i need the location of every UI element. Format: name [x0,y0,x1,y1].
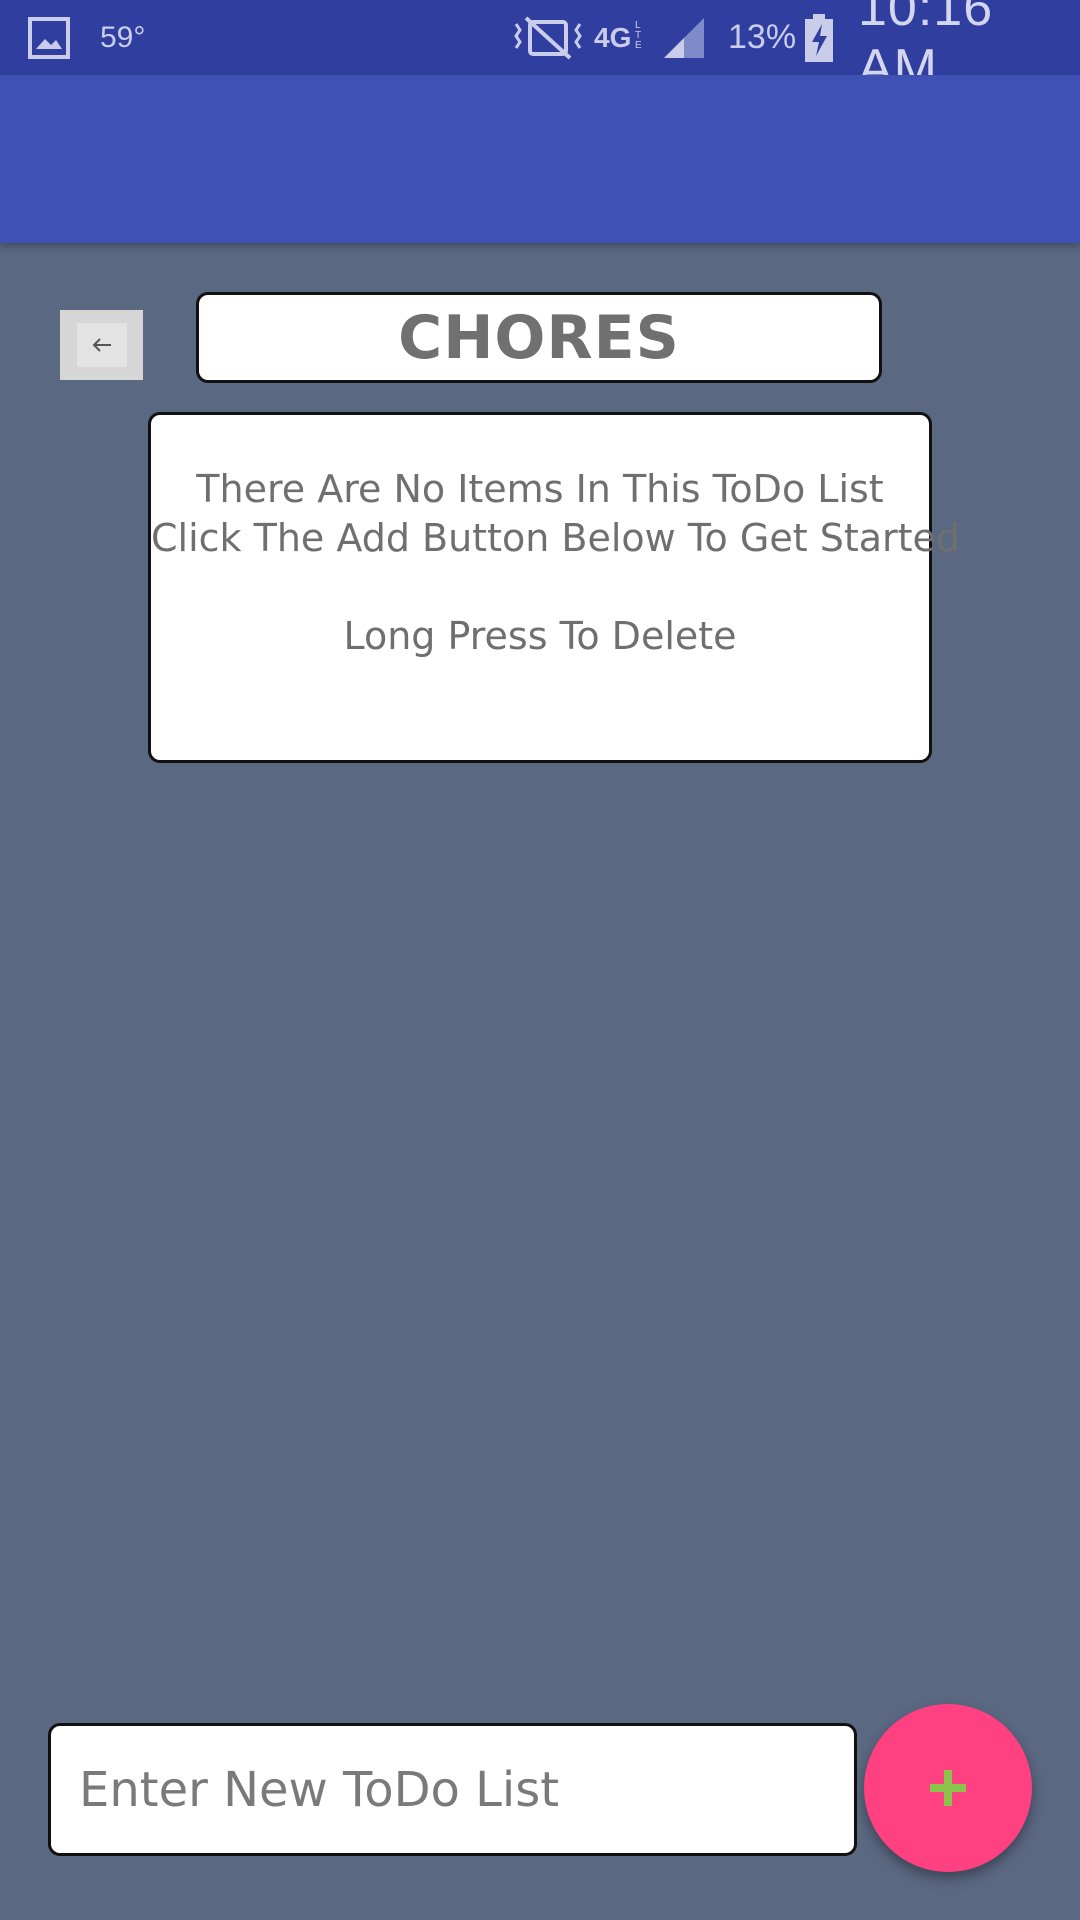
empty-list-message-box: There Are No Items In This ToDo List Cli… [148,412,961,763]
temperature-text: 59° [100,20,146,54]
arrow-left-icon [92,338,111,352]
list-title: CHORES [398,302,680,373]
svg-text:E: E [635,40,642,51]
lte-icon: 4G L T E [594,19,643,53]
empty-message-line-1: There Are No Items In This ToDo List [196,467,884,511]
empty-message-line-2: Click The Add Button Below To Get Starte… [151,516,961,560]
app-bar [0,75,1080,243]
add-todo-button[interactable] [864,1704,1032,1872]
time-text: 10:16 AM [858,0,994,97]
list-title-box: CHORES [196,292,882,383]
mute-vibrate-icon [512,0,584,75]
back-button-inner [76,323,127,367]
long-press-hint: Long Press To Delete [343,614,737,658]
new-todo-list-input[interactable] [48,1723,857,1856]
back-button[interactable] [60,310,143,380]
battery-charging-icon [802,0,836,75]
plus-icon [930,1770,966,1806]
battery-text: 13% [728,18,797,56]
signal-icon [660,0,708,75]
status-bar: 59° 4G L T E 13% 10:16 AM [0,0,1080,97]
gallery-icon [28,0,70,75]
